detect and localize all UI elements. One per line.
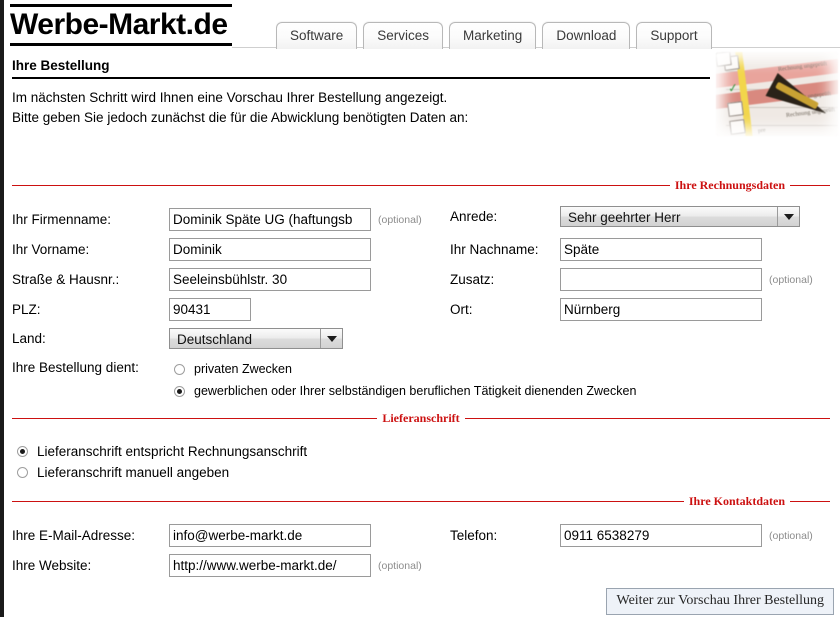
chevron-down-icon[interactable] (777, 207, 799, 226)
intro-line-1: Im nächsten Schritt wird Ihnen eine Vors… (12, 90, 448, 105)
intro-line-2: Bitte geben Sie jedoch zunächst die für … (12, 110, 469, 125)
page-title: Ihre Bestellung (12, 58, 110, 73)
radio-shipping-same[interactable] (17, 446, 28, 457)
company-label: Ihr Firmenname: (12, 212, 112, 227)
street-label: Straße & Hausnr.: (12, 272, 120, 287)
country-label: Land: (12, 331, 46, 346)
website-input[interactable] (169, 554, 371, 577)
shipping-legend-label: Lieferanschrift (382, 411, 460, 425)
field-salutation: Anrede: Sehr geehrter Herr (450, 206, 800, 227)
extra-optional-note: (optional) (769, 273, 813, 286)
field-lastname: Ihr Nachname: (450, 238, 762, 261)
salutation-selected-value: Sehr geehrter Herr (568, 210, 681, 225)
lastname-label: Ihr Nachname: (450, 242, 539, 257)
site-logo-text: Werbe-Markt.de (10, 8, 228, 41)
tab-download[interactable]: Download (542, 22, 631, 49)
field-city: Ort: (450, 298, 762, 321)
photo-vignette (716, 52, 838, 136)
legend-rule-left (12, 501, 684, 502)
shipping-legend: Lieferanschrift (12, 411, 830, 426)
country-select[interactable]: Deutschland (169, 328, 343, 349)
tab-support[interactable]: Support (636, 22, 712, 49)
main-navigation: Software Services Marketing Download Sup… (276, 22, 712, 49)
phone-label: Telefon: (450, 528, 498, 543)
purpose-business-label: gewerblichen oder Ihrer selbständigen be… (194, 384, 637, 398)
shipping-option-same[interactable]: Lieferanschrift entspricht Rechnungsansc… (17, 444, 307, 459)
billing-legend-label: Ihre Rechnungsdaten (674, 178, 785, 192)
field-website: Ihre Website: (optional) (12, 554, 422, 577)
tab-software[interactable]: Software (276, 22, 358, 49)
field-extra: Zusatz: (optional) (450, 268, 813, 291)
extra-label: Zusatz: (450, 272, 495, 287)
zip-label: PLZ: (12, 302, 41, 317)
zip-input[interactable] (169, 298, 251, 321)
shipping-manual-label: Lieferanschrift manuell angeben (37, 465, 230, 480)
site-header: Werbe-Markt.de Software Services Marketi… (4, 0, 840, 52)
legend-rule-left (12, 185, 670, 186)
legend-rule-left (12, 418, 378, 419)
invoice-form-photo: ✓ Rechnung ungeprüft Rechnung ungeprüft … (716, 52, 838, 136)
city-label: Ort: (450, 302, 473, 317)
purpose-label: Ihre Bestellung dient: (12, 360, 139, 375)
contact-legend: Ihre Kontaktdaten (12, 494, 830, 509)
page-title-rule (12, 77, 710, 79)
legend-rule-right (790, 501, 830, 502)
field-phone: Telefon: (optional) (450, 524, 813, 547)
purpose-option-business[interactable]: gewerblichen oder Ihrer selbständigen be… (174, 384, 636, 398)
shipping-option-manual[interactable]: Lieferanschrift manuell angeben (17, 465, 229, 480)
field-email: Ihre E-Mail-Adresse: (12, 524, 371, 547)
country-selected-value: Deutschland (177, 332, 253, 347)
radio-private[interactable] (174, 363, 185, 375)
extra-input[interactable] (560, 268, 762, 291)
city-input[interactable] (560, 298, 762, 321)
contact-legend-label: Ihre Kontaktdaten (688, 494, 785, 508)
email-input[interactable] (169, 524, 371, 547)
email-label: Ihre E-Mail-Adresse: (12, 528, 136, 543)
purpose-private-label: privaten Zwecken (194, 362, 292, 376)
billing-legend: Ihre Rechnungsdaten (12, 178, 830, 193)
shipping-same-label: Lieferanschrift entspricht Rechnungsansc… (37, 444, 308, 459)
radio-business[interactable] (174, 385, 185, 397)
phone-input[interactable] (560, 524, 762, 547)
company-optional-note: (optional) (378, 213, 422, 226)
field-zip: PLZ: (12, 298, 251, 321)
site-logo[interactable]: Werbe-Markt.de (10, 4, 232, 46)
legend-rule-right (790, 185, 830, 186)
order-form-page: Werbe-Markt.de Software Services Marketi… (0, 0, 840, 617)
tab-marketing[interactable]: Marketing (449, 22, 537, 49)
field-street: Straße & Hausnr.: (12, 268, 371, 291)
field-purpose-label: Ihre Bestellung dient: (12, 360, 169, 375)
lastname-input[interactable] (560, 238, 762, 261)
phone-optional-note: (optional) (769, 529, 813, 542)
chevron-down-icon[interactable] (320, 329, 342, 348)
field-country: Land: Deutschland (12, 328, 343, 349)
submit-order-preview-button[interactable]: Weiter zur Vorschau Ihrer Bestellung (606, 588, 834, 615)
salutation-label: Anrede: (450, 209, 498, 224)
website-label: Ihre Website: (12, 558, 92, 573)
firstname-input[interactable] (169, 238, 371, 261)
firstname-label: Ihr Vorname: (12, 242, 90, 257)
radio-shipping-manual[interactable] (17, 467, 28, 478)
street-input[interactable] (169, 268, 371, 291)
purpose-option-private[interactable]: privaten Zwecken (174, 362, 292, 376)
legend-rule-right (464, 418, 830, 419)
page-intro: Im nächsten Schritt wird Ihnen eine Vors… (12, 88, 468, 128)
company-input[interactable] (169, 208, 371, 231)
website-optional-note: (optional) (378, 559, 422, 572)
field-firstname: Ihr Vorname: (12, 238, 371, 261)
field-company: Ihr Firmenname: (optional) (12, 208, 422, 231)
tab-services[interactable]: Services (363, 22, 444, 49)
salutation-select[interactable]: Sehr geehrter Herr (560, 206, 800, 227)
